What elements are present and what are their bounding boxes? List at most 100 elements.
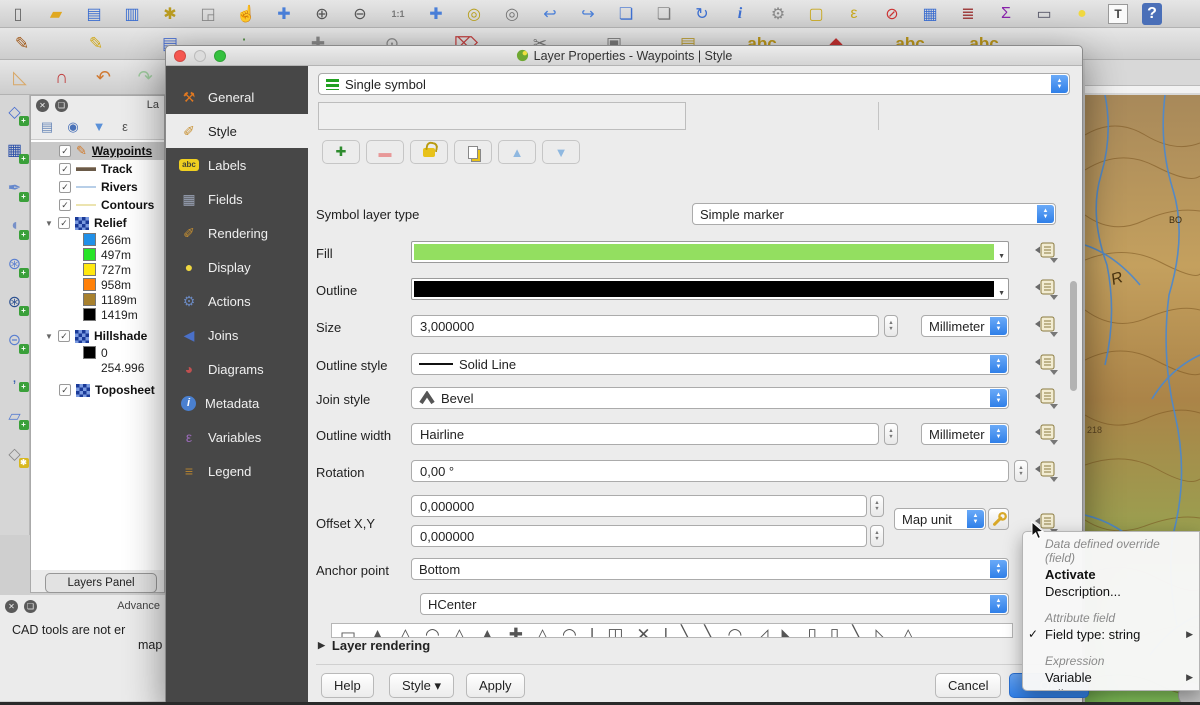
add-wcs-layer-icon[interactable]: ⊛ + — [4, 291, 26, 313]
duplicate-symbol-button[interactable] — [454, 140, 492, 164]
scrollbar-thumb[interactable] — [1070, 281, 1077, 391]
zoom-in-icon[interactable]: ⊕ — [310, 3, 334, 25]
layer-row-rivers[interactable]: ✓ Rivers — [31, 178, 164, 196]
panel-close-icon[interactable]: ✕ — [5, 600, 18, 613]
apply-button[interactable]: Apply — [466, 673, 525, 698]
layers-panel-tab[interactable]: Layers Panel — [45, 573, 157, 593]
outline-style-override-button[interactable] — [1033, 353, 1059, 375]
layer-visibility-icon[interactable]: ◉ — [65, 116, 81, 138]
join-style-override-button[interactable] — [1033, 387, 1059, 409]
tab-style[interactable]: ✐ Style — [166, 114, 308, 148]
add-wfs-layer-icon[interactable]: ⊝ + — [4, 329, 26, 351]
toggle-editing-icon[interactable]: ✎ — [84, 33, 108, 55]
rotation-input[interactable]: 0,00 ° — [411, 460, 1009, 482]
tab-joins[interactable]: ◀ Joins — [166, 318, 308, 352]
field-calculator-icon[interactable]: ≣ — [956, 3, 980, 25]
identify-features-icon[interactable]: i — [728, 3, 752, 25]
menu-item-variable[interactable]: Variable ▶ — [1023, 669, 1199, 686]
panel-float-icon[interactable]: ❏ — [24, 600, 37, 613]
tab-fields[interactable]: ▦ Fields — [166, 182, 308, 216]
rotation-stepper[interactable]: ▲ ▼ — [1014, 460, 1028, 482]
tab-legend[interactable]: ≡ Legend — [166, 454, 308, 488]
renderer-select[interactable]: Single symbol ▲ ▼ — [318, 73, 1070, 95]
symbol-tree-box[interactable] — [318, 102, 686, 130]
zoom-full-icon[interactable]: ✚ — [424, 3, 448, 25]
outline-width-stepper[interactable]: ▲ ▼ — [884, 423, 898, 445]
zoom-out-icon[interactable]: ⊖ — [348, 3, 372, 25]
remove-symbol-layer-button[interactable]: ▬ — [366, 140, 404, 164]
move-symbol-down-button[interactable]: ▼ — [542, 140, 580, 164]
outline-color-button[interactable]: ▼ — [411, 278, 1009, 300]
zoom-last-icon[interactable]: ↩ — [538, 3, 562, 25]
layer-checkbox[interactable]: ✓ — [59, 163, 71, 175]
styling-dock-icon[interactable]: ▤ — [39, 116, 55, 138]
anchor-horizontal-select[interactable]: HCenter ▲ ▼ — [420, 593, 1009, 615]
tab-labels[interactable]: abc Labels — [166, 148, 308, 182]
size-input[interactable]: 3,000000 — [411, 315, 879, 337]
add-vector-layer-icon[interactable]: ◇ + — [4, 101, 26, 123]
tab-rendering[interactable]: ✐ Rendering — [166, 216, 308, 250]
anchor-vertical-select[interactable]: Bottom ▲ ▼ — [411, 558, 1009, 580]
save-project-icon[interactable]: ▤ — [82, 3, 106, 25]
expander-icon[interactable]: ▼ — [45, 332, 53, 341]
pan-map-icon[interactable]: ☝ — [234, 3, 258, 25]
unit-settings-button[interactable] — [988, 508, 1009, 530]
current-edits-icon[interactable]: ✎ — [10, 33, 34, 55]
add-delimited-text-icon[interactable]: , + — [4, 367, 26, 389]
tab-variables[interactable]: ε Variables — [166, 420, 308, 454]
add-spatialite-layer-icon[interactable]: ✒ + — [4, 177, 26, 199]
layer-checkbox[interactable]: ✓ — [58, 330, 70, 342]
deselect-features-icon[interactable]: ⊘ — [880, 3, 904, 25]
outline-width-input[interactable]: Hairline — [411, 423, 879, 445]
tab-metadata[interactable]: i Metadata — [166, 386, 308, 420]
add-symbol-layer-button[interactable]: ✚ — [322, 140, 360, 164]
style-menu-button[interactable]: Style ▾ — [389, 673, 454, 698]
measure-icon[interactable]: ▭ — [1032, 3, 1056, 25]
outline-width-unit-select[interactable]: Millimeter ▲ ▼ — [921, 423, 1009, 445]
fill-color-button[interactable]: ▼ — [411, 241, 1009, 263]
attribute-table-icon[interactable]: ▦ — [918, 3, 942, 25]
layer-checkbox[interactable]: ✓ — [58, 217, 70, 229]
layer-row-hillshade[interactable]: ▼ ✓ Hillshade — [31, 327, 164, 345]
join-style-select[interactable]: Bevel ▲ ▼ — [411, 387, 1009, 409]
offset-y-stepper[interactable]: ▲ ▼ — [870, 525, 884, 547]
offset-y-input[interactable]: 0,000000 — [411, 525, 867, 547]
lock-color-button[interactable] — [410, 140, 448, 164]
select-features-icon[interactable]: ▢ — [804, 3, 828, 25]
redo-icon[interactable]: ↷ — [135, 66, 155, 88]
zoom-to-selection-icon[interactable]: ◎ — [462, 3, 486, 25]
new-project-icon[interactable]: ▯ — [6, 3, 30, 25]
menu-item-activate[interactable]: Activate — [1023, 566, 1199, 583]
new-composer-icon[interactable]: ✱ — [158, 3, 182, 25]
zoom-to-layer-icon[interactable]: ◎ — [500, 3, 524, 25]
offset-x-stepper[interactable]: ▲ ▼ — [870, 495, 884, 517]
run-feature-action-icon[interactable]: ⚙ — [766, 3, 790, 25]
panel-close-icon[interactable]: ✕ — [36, 99, 49, 112]
add-postgis-layer-icon[interactable]: ◖ + — [4, 215, 26, 237]
snapping-magnet-icon[interactable]: ∩ — [52, 66, 72, 88]
layer-checkbox[interactable]: ✓ — [59, 384, 71, 396]
show-bookmarks-icon[interactable]: ❏ — [652, 3, 676, 25]
new-bookmark-icon[interactable]: ❏ — [614, 3, 638, 25]
outline-style-select[interactable]: Solid Line ▲ ▼ — [411, 353, 1009, 375]
outline-width-override-button[interactable] — [1033, 423, 1059, 445]
statistics-icon[interactable]: Σ — [994, 3, 1018, 25]
marker-shape-strip[interactable]: ▭▲△◠△▲✚△◠|◫✕|╲╲◠◿◣▯▯╲◺△ — [331, 623, 1013, 638]
text-annotation-icon[interactable]: T — [1108, 4, 1128, 24]
dialog-titlebar[interactable]: Layer Properties - Waypoints | Style — [166, 46, 1082, 66]
close-window-icon[interactable] — [174, 50, 186, 62]
size-stepper[interactable]: ▲ ▼ — [884, 315, 898, 337]
layer-checkbox[interactable]: ✓ — [59, 181, 71, 193]
symbol-layer-type-select[interactable]: Simple marker ▲ ▼ — [692, 203, 1056, 225]
outline-override-button[interactable] — [1033, 278, 1059, 300]
tab-display[interactable]: ● Display — [166, 250, 308, 284]
tab-diagrams[interactable]: ◕ Diagrams — [166, 352, 308, 386]
layer-rendering-section[interactable]: ▶ Layer rendering — [318, 638, 430, 653]
layer-row-track[interactable]: ✓ Track — [31, 160, 164, 178]
refresh-icon[interactable]: ↻ — [690, 3, 714, 25]
expression-filter-icon[interactable]: ε — [117, 116, 133, 138]
zoom-next-icon[interactable]: ↪ — [576, 3, 600, 25]
add-wms-layer-icon[interactable]: ⊛ + — [4, 253, 26, 275]
menu-item-field-type[interactable]: ✓ Field type: string ▶ — [1023, 626, 1199, 643]
layer-checkbox[interactable]: ✓ — [59, 199, 71, 211]
